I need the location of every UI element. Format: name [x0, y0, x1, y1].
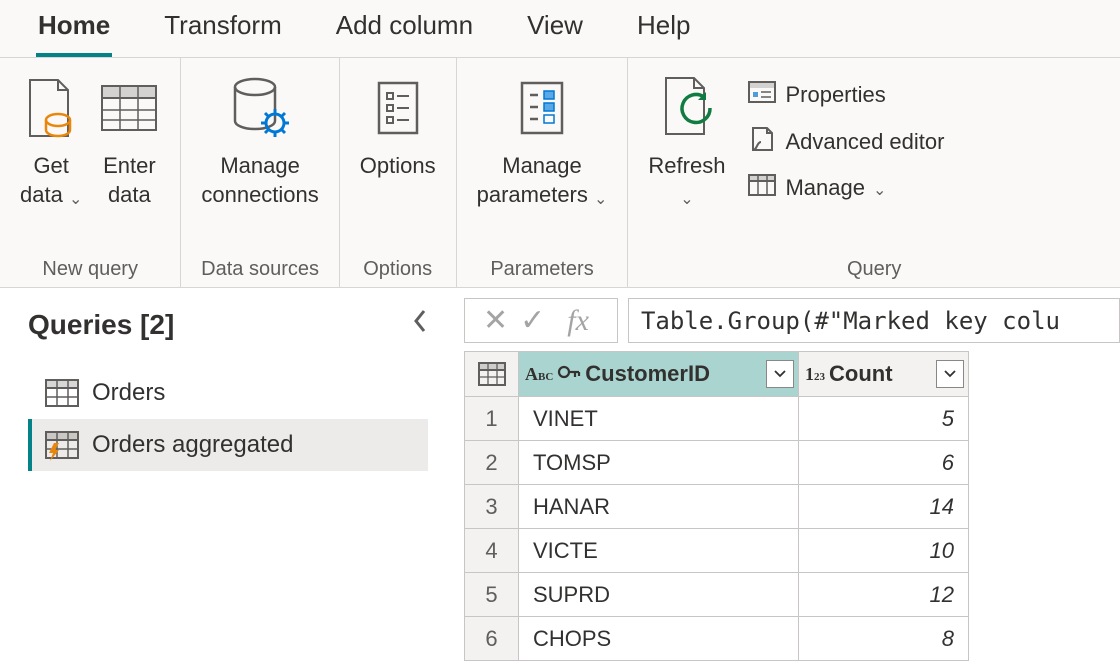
- manage-parameters-label: Manage parameters: [477, 153, 588, 207]
- queries-panel: Queries [2] Orders: [0, 288, 448, 668]
- cell-count[interactable]: 12: [799, 573, 969, 617]
- chevron-down-icon: ⌄: [873, 180, 886, 200]
- tab-help[interactable]: Help: [635, 4, 692, 57]
- ribbon-group-label: Data sources: [193, 252, 326, 285]
- refresh-label: Refresh: [648, 153, 725, 178]
- key-icon: [557, 361, 581, 388]
- data-grid: ABC CustomerID: [464, 351, 969, 661]
- advanced-editor-label: Advanced editor: [785, 129, 944, 155]
- manage-icon: [747, 172, 777, 204]
- table-icon: [477, 361, 507, 387]
- cell-customerid[interactable]: SUPRD: [519, 573, 799, 617]
- row-number[interactable]: 4: [465, 529, 519, 573]
- ribbon-group-label: New query: [12, 252, 168, 285]
- manage-connections-icon: [225, 72, 295, 144]
- row-number[interactable]: 5: [465, 573, 519, 617]
- ribbon-group-options: Options Options: [340, 58, 457, 287]
- fx-button[interactable]: fx: [557, 304, 599, 338]
- options-icon: [373, 72, 423, 144]
- get-data-button[interactable]: Get data ⌄: [12, 72, 90, 209]
- chevron-down-icon: ⌄: [680, 191, 693, 208]
- ribbon-group-label: Parameters: [469, 252, 616, 285]
- properties-button[interactable]: Properties: [747, 76, 944, 114]
- manage-parameters-button[interactable]: Manage parameters ⌄: [469, 72, 616, 209]
- enter-data-label: Enter data: [103, 152, 156, 209]
- table-row[interactable]: 6CHOPS8: [465, 617, 969, 661]
- tab-transform[interactable]: Transform: [162, 4, 284, 57]
- table-row[interactable]: 1VINET5: [465, 397, 969, 441]
- chevron-down-icon: ⌄: [594, 191, 607, 208]
- manage-parameters-icon: [514, 72, 570, 144]
- cell-customerid[interactable]: CHOPS: [519, 617, 799, 661]
- table-row[interactable]: 5SUPRD12: [465, 573, 969, 617]
- get-data-label: Get data: [20, 153, 69, 207]
- column-name: CustomerID: [585, 361, 762, 387]
- tab-add-column[interactable]: Add column: [334, 4, 475, 57]
- query-item-label: Orders aggregated: [92, 431, 293, 459]
- advanced-editor-button[interactable]: Advanced editor: [747, 122, 944, 162]
- cancel-formula-button[interactable]: ✕: [483, 303, 508, 338]
- table-icon: [44, 377, 80, 409]
- row-number[interactable]: 6: [465, 617, 519, 661]
- tab-home[interactable]: Home: [36, 4, 112, 57]
- ribbon: Get data ⌄ Enter data New query: [0, 58, 1120, 288]
- enter-data-icon: [98, 72, 160, 144]
- ribbon-group-label: Options: [352, 252, 444, 285]
- grid-corner-button[interactable]: [465, 352, 519, 397]
- tab-view[interactable]: View: [525, 4, 585, 57]
- manage-connections-button[interactable]: Manage connections: [193, 72, 326, 209]
- cell-count[interactable]: 8: [799, 617, 969, 661]
- get-data-icon: [24, 72, 78, 144]
- table-row[interactable]: 2TOMSP6: [465, 441, 969, 485]
- ribbon-group-data-sources: Manage connections Data sources: [181, 58, 339, 287]
- cell-count[interactable]: 14: [799, 485, 969, 529]
- table-row[interactable]: 4VICTE10: [465, 529, 969, 573]
- row-number[interactable]: 2: [465, 441, 519, 485]
- text-type-icon: ABC: [525, 364, 553, 385]
- manage-button[interactable]: Manage ⌄: [747, 170, 944, 206]
- main-area: ✕ ✓ fx Table.Group(#"Marked key colu: [448, 288, 1120, 668]
- column-name: Count: [829, 361, 932, 387]
- cell-count[interactable]: 10: [799, 529, 969, 573]
- query-item-label: Orders: [92, 379, 165, 407]
- row-number[interactable]: 3: [465, 485, 519, 529]
- advanced-editor-icon: [747, 124, 777, 160]
- queries-title: Queries [2]: [28, 309, 174, 341]
- ribbon-tabs: Home Transform Add column View Help: [0, 0, 1120, 58]
- ribbon-group-label: Query: [640, 252, 1108, 285]
- options-button[interactable]: Options: [352, 72, 444, 181]
- refresh-button[interactable]: Refresh ⌄: [640, 72, 733, 209]
- ribbon-group-query: Refresh ⌄ Properties: [628, 58, 1120, 287]
- formula-bar: ✕ ✓ fx Table.Group(#"Marked key colu: [448, 288, 1120, 351]
- table-lightning-icon: [44, 429, 80, 461]
- cell-customerid[interactable]: HANAR: [519, 485, 799, 529]
- ribbon-group-parameters: Manage parameters ⌄ Parameters: [457, 58, 629, 287]
- column-header-customerid[interactable]: ABC CustomerID: [519, 352, 799, 397]
- enter-data-button[interactable]: Enter data: [90, 72, 168, 209]
- properties-icon: [747, 78, 777, 112]
- accept-formula-button[interactable]: ✓: [520, 303, 545, 338]
- manage-label: Manage: [785, 175, 865, 201]
- cell-count[interactable]: 5: [799, 397, 969, 441]
- options-label: Options: [360, 152, 436, 181]
- row-number[interactable]: 1: [465, 397, 519, 441]
- manage-connections-label: Manage connections: [201, 152, 318, 209]
- column-filter-button[interactable]: [936, 360, 964, 388]
- column-header-count[interactable]: 123 Count: [799, 352, 969, 397]
- cell-customerid[interactable]: TOMSP: [519, 441, 799, 485]
- table-row[interactable]: 3HANAR14: [465, 485, 969, 529]
- cell-customerid[interactable]: VINET: [519, 397, 799, 441]
- number-type-icon: 123: [805, 364, 825, 385]
- query-item-orders[interactable]: Orders: [28, 367, 428, 419]
- properties-label: Properties: [785, 82, 885, 108]
- cell-customerid[interactable]: VICTE: [519, 529, 799, 573]
- collapse-queries-button[interactable]: [412, 308, 428, 341]
- ribbon-group-new-query: Get data ⌄ Enter data New query: [0, 58, 181, 287]
- formula-input[interactable]: Table.Group(#"Marked key colu: [628, 298, 1120, 343]
- chevron-down-icon: ⌄: [69, 191, 82, 208]
- query-item-orders-aggregated[interactable]: Orders aggregated: [28, 419, 428, 471]
- refresh-icon: [652, 72, 722, 144]
- column-filter-button[interactable]: [766, 360, 794, 388]
- cell-count[interactable]: 6: [799, 441, 969, 485]
